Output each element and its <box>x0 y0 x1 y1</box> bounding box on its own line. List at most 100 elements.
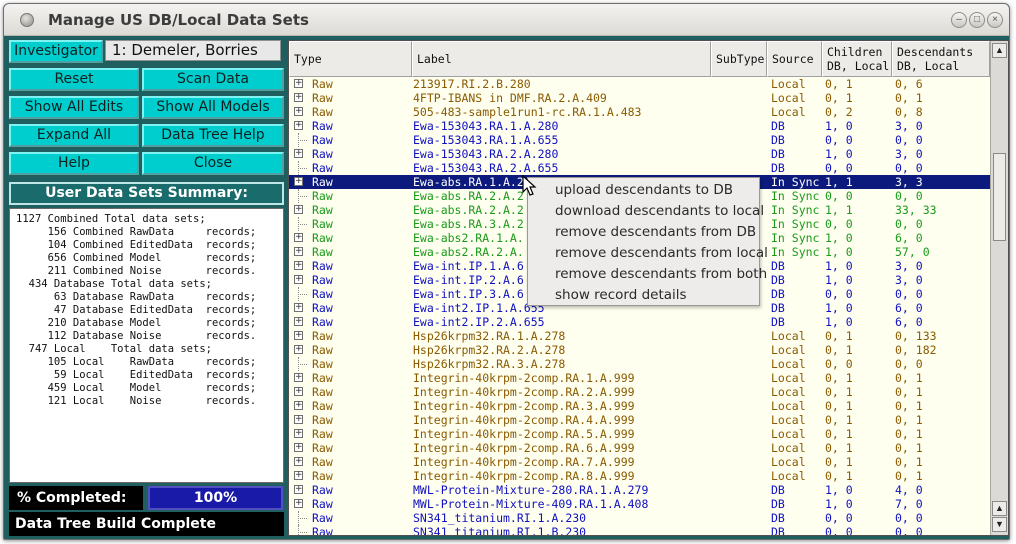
expand-icon[interactable]: + <box>294 205 303 214</box>
tree-row[interactable]: Raw Ewa-153043.RA.1.A.655 DB 0, 0 0, 0 <box>289 133 990 147</box>
col-label[interactable]: Label <box>412 41 711 77</box>
row-label: Integrin-40krpm-2comp.RA.4.A.999 <box>413 413 635 427</box>
tree-row[interactable]: + Raw Hsp26krpm32.RA.2.A.278 Local 0, 1 0, 18… <box>289 343 990 357</box>
expand-icon[interactable]: + <box>294 149 303 158</box>
context-menu-item[interactable]: remove descendants from DB <box>555 222 756 243</box>
maximize-icon[interactable]: □ <box>969 12 985 28</box>
col-source[interactable]: Source <box>767 41 822 77</box>
row-children: 1, 0 <box>825 119 853 133</box>
tree-row[interactable]: + Raw 213917.RI.2.B.280 Local 0, 1 0, 6 <box>289 77 990 91</box>
scroll-up-icon[interactable]: ▲ <box>992 43 1007 58</box>
row-type: Raw <box>312 343 333 357</box>
expand-icon[interactable]: + <box>294 373 303 382</box>
col-children[interactable]: Children DB, Local <box>822 41 892 77</box>
col-subtype[interactable]: SubType <box>711 41 767 77</box>
context-menu-item[interactable]: upload descendants to DB <box>555 180 733 201</box>
row-label: Ewa-153043.RA.2.A.655 <box>413 161 559 175</box>
row-descendants: 3, 0 <box>895 119 923 133</box>
expand-icon[interactable]: + <box>294 443 303 452</box>
expand-icon[interactable]: + <box>294 317 303 326</box>
expand-all-button[interactable]: Expand All <box>9 124 139 147</box>
expand-icon[interactable]: + <box>294 457 303 466</box>
tree-row[interactable]: + Raw Integrin-40krpm-2comp.RA.2.A.999 Loca… <box>289 385 990 399</box>
tree-row[interactable]: + Raw Integrin-40krpm-2comp.RA.6.A.999 Loca… <box>289 441 990 455</box>
close-button[interactable]: Close <box>142 152 284 175</box>
tree-row[interactable]: + Raw Hsp26krpm32.RA.1.A.278 Local 0, 1 0, 13… <box>289 329 990 343</box>
row-source: DB <box>771 273 785 287</box>
expand-icon[interactable]: + <box>294 79 303 88</box>
expand-icon[interactable]: + <box>294 485 303 494</box>
tree-row[interactable]: Raw Hsp26krpm32.RA.3.A.278 Local 0, 0 0, 0 <box>289 357 990 371</box>
expand-icon[interactable]: + <box>294 401 303 410</box>
summary-textbox[interactable]: 1127 Combined Total data sets; 156 Combi… <box>9 208 284 483</box>
expand-icon[interactable]: + <box>294 499 303 508</box>
tree-line <box>298 525 299 535</box>
row-children: 1, 0 <box>825 231 853 245</box>
row-type: Raw <box>312 497 333 511</box>
tree-row[interactable]: Raw Ewa-153043.RA.2.A.655 DB 0, 0 0, 0 <box>289 161 990 175</box>
expand-icon[interactable]: + <box>294 275 303 284</box>
minimize-icon[interactable]: – <box>951 12 967 28</box>
expand-icon[interactable]: + <box>294 247 303 256</box>
expand-icon[interactable]: + <box>294 303 303 312</box>
expand-icon[interactable]: + <box>294 107 303 116</box>
expand-icon[interactable]: + <box>294 429 303 438</box>
expand-icon[interactable]: + <box>294 415 303 424</box>
tree-row[interactable]: + Raw MWL-Protein-Mixture-280.RA.1.A.279 DB… <box>289 483 990 497</box>
close-icon[interactable]: × <box>987 12 1003 28</box>
context-menu-item[interactable]: remove descendants from local <box>555 243 768 264</box>
vertical-scrollbar[interactable]: ▲ ▲ ▼ <box>990 41 1008 535</box>
tree-row[interactable]: + Raw Ewa-153043.RA.1.A.280 DB 1, 0 3, 0 <box>289 119 990 133</box>
row-descendants: 0, 0 <box>895 511 923 525</box>
reset-button[interactable]: Reset <box>9 68 139 91</box>
tree-row[interactable]: + Raw Ewa-153043.RA.2.A.280 DB 1, 0 3, 0 <box>289 147 990 161</box>
tree-row[interactable]: + Raw Integrin-40krpm-2comp.RA.4.A.999 Loca… <box>289 413 990 427</box>
expand-icon[interactable]: + <box>294 387 303 396</box>
row-descendants: 0, 1 <box>895 399 923 413</box>
scroll-thumb[interactable] <box>993 153 1006 241</box>
expand-icon[interactable]: + <box>294 261 303 270</box>
help-button[interactable]: Help <box>9 152 139 175</box>
tree-row[interactable]: + Raw Integrin-40krpm-2comp.RA.3.A.999 Loca… <box>289 399 990 413</box>
tree-row[interactable]: + Raw 4FTP-IBANS in DMF.RA.2.A.409 Local 0, … <box>289 91 990 105</box>
col-descendants[interactable]: Descendants DB, Local <box>892 41 990 77</box>
row-label: Integrin-40krpm-2comp.RA.5.A.999 <box>413 427 635 441</box>
title-bar: Manage US DB/Local Data Sets – □ × <box>4 4 1009 36</box>
tree-row[interactable]: + Raw Integrin-40krpm-2comp.RA.7.A.999 Loca… <box>289 455 990 469</box>
row-children: 0, 2 <box>825 105 853 119</box>
expand-icon[interactable]: + <box>294 177 303 186</box>
expand-icon[interactable]: + <box>294 345 303 354</box>
context-menu-item[interactable]: remove descendants from both <box>555 264 767 285</box>
expand-icon[interactable]: + <box>294 233 303 242</box>
tree-row[interactable]: Raw SN341_titanium.RI.1.B.230 DB 0, 0 0, 0 <box>289 525 990 535</box>
show-all-edits-button[interactable]: Show All Edits <box>9 96 139 119</box>
window-menu-icon[interactable] <box>20 13 34 27</box>
row-type: Raw <box>312 217 333 231</box>
context-menu-item[interactable]: download descendants to local <box>555 201 764 222</box>
expand-icon[interactable]: + <box>294 471 303 480</box>
tree-row[interactable]: + Raw Integrin-40krpm-2comp.RA.5.A.999 Loca… <box>289 427 990 441</box>
tree-row[interactable]: + Raw MWL-Protein-Mixture-409.RA.1.A.408 DB… <box>289 497 990 511</box>
tree-row[interactable]: + Raw Ewa-int2.IP.2.A.655 DB 1, 0 6, 0 <box>289 315 990 329</box>
row-type: Raw <box>312 91 333 105</box>
tree-row[interactable]: + Raw Integrin-40krpm-2comp.RA.8.A.999 Loca… <box>289 469 990 483</box>
scroll-up-icon-lower[interactable]: ▲ <box>992 501 1007 516</box>
expand-icon[interactable]: + <box>294 93 303 102</box>
row-source: DB <box>771 287 785 301</box>
expand-icon[interactable]: + <box>294 121 303 130</box>
col-children-line2: DB, Local <box>827 59 890 73</box>
context-menu-item[interactable]: show record details <box>555 285 687 306</box>
data-tree-help-button[interactable]: Data Tree Help <box>142 124 284 147</box>
tree-row[interactable]: + Raw 505-483-sample1run1-rc.RA.1.A.483 Loc… <box>289 105 990 119</box>
scroll-down-icon[interactable]: ▼ <box>992 517 1007 532</box>
col-type[interactable]: Type <box>289 41 412 77</box>
scan-data-button[interactable]: Scan Data <box>142 68 284 91</box>
expand-icon[interactable]: + <box>294 331 303 340</box>
row-label: Ewa-153043.RA.2.A.280 <box>413 147 559 161</box>
tree-row[interactable]: + Raw Integrin-40krpm-2comp.RA.1.A.999 Loca… <box>289 371 990 385</box>
window-title: Manage US DB/Local Data Sets <box>48 11 309 29</box>
show-all-models-button[interactable]: Show All Models <box>142 96 284 119</box>
row-type: Raw <box>312 161 333 175</box>
tree-row[interactable]: Raw SN341_titanium.RI.1.A.230 DB 0, 0 0, 0 <box>289 511 990 525</box>
investigator-button[interactable]: Investigator <box>9 40 103 63</box>
